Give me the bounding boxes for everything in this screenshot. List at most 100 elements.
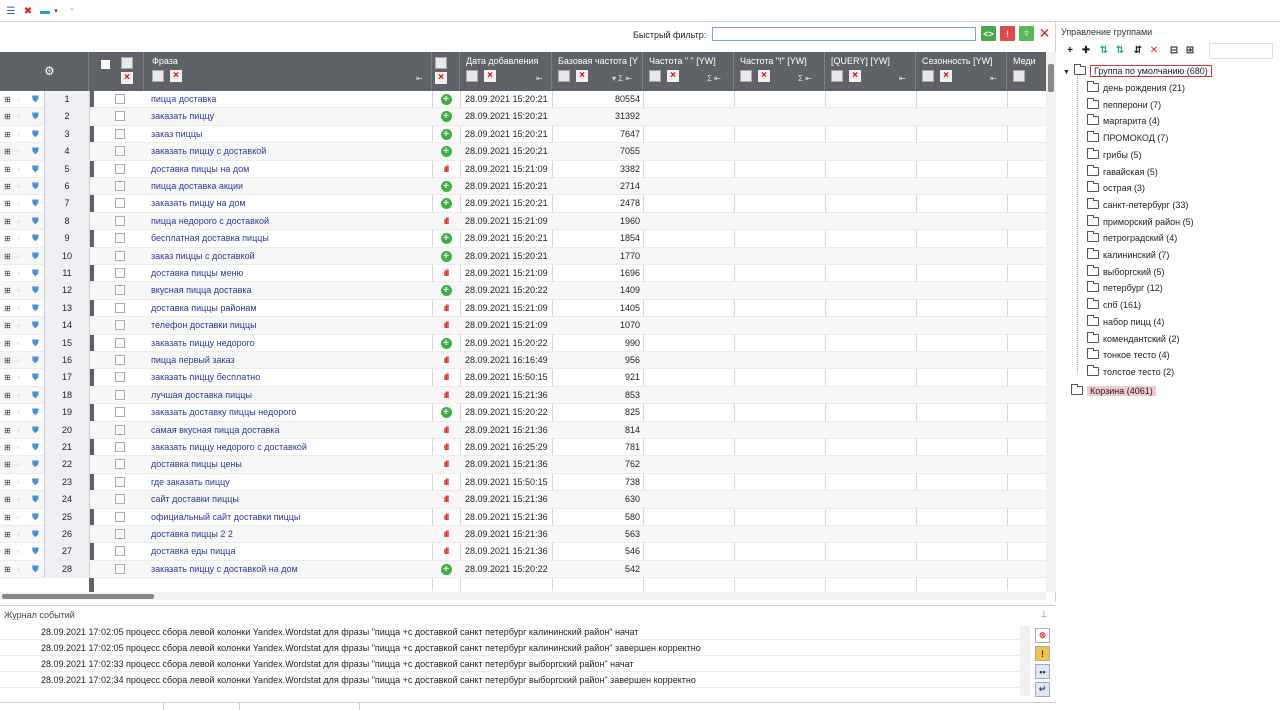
status-clear-icon[interactable]: ×	[435, 72, 447, 84]
bottom-tab[interactable]	[0, 703, 164, 710]
added-plus-icon[interactable]: +	[440, 195, 452, 212]
lock-icon[interactable]: ▫	[17, 91, 26, 108]
delete-group-icon[interactable]: ✕	[1147, 44, 1161, 58]
expand-row-icon[interactable]: ⊞	[4, 108, 12, 125]
phrase-link[interactable]: самая вкусная пицца доставка	[151, 422, 429, 439]
lock-icon[interactable]: ▫	[17, 509, 26, 526]
header-clear-icon[interactable]: ×	[121, 72, 133, 84]
phrase-link[interactable]: заказать пиццу на дом	[151, 195, 429, 212]
expand-row-icon[interactable]: ⊞	[4, 178, 12, 195]
group-item[interactable]: комендантский (2)	[1087, 331, 1179, 347]
wordstat-bars-icon[interactable]: ıll	[440, 526, 452, 543]
table-row[interactable]: ⊞ ▫ ⛊ 11 доставка пиццы меню ıll 28.09.2021 15…	[0, 265, 1046, 283]
row-checkbox[interactable]	[115, 215, 125, 226]
details-icon[interactable]: ••	[1035, 664, 1050, 679]
shield-icon[interactable]: ⛊	[32, 282, 41, 299]
row-checkbox[interactable]	[115, 268, 125, 278]
bottom-tab[interactable]	[164, 703, 240, 710]
table-row[interactable]: ⊞ ▫ ⛊ 14 телефон доставки пиццы ıll 28.09.2021…	[0, 317, 1046, 335]
wordstat-bars-icon[interactable]: ıll	[440, 509, 452, 526]
scroll-thumb[interactable]	[1048, 64, 1054, 92]
group-item[interactable]: пепперони (7)	[1087, 97, 1161, 113]
expand-row-icon[interactable]: ⊞	[4, 387, 12, 404]
shield-icon[interactable]: ⛊	[32, 230, 41, 247]
shield-icon[interactable]: ⛊	[32, 108, 41, 125]
pin-icon[interactable]: ⊥	[1040, 609, 1048, 620]
table-row[interactable]: ⊞ ▫ ⛊ 28 заказать пиццу с доставкой на дом +2…	[0, 560, 1046, 579]
wordstat-bars-icon[interactable]: ıll	[440, 300, 452, 317]
added-plus-icon[interactable]: +	[440, 335, 452, 352]
base-freq-filter-icon[interactable]	[558, 70, 570, 82]
expand-row-icon[interactable]: ⊞	[4, 195, 12, 212]
dropdown-icon[interactable]: ▾	[52, 4, 60, 18]
added-plus-icon[interactable]: +	[440, 108, 452, 125]
log-scrollbar[interactable]	[1020, 626, 1030, 696]
phrase-link[interactable]: доставка пиццы 2 2	[151, 526, 429, 543]
phrase-link[interactable]: заказать пиццу недорого с доставкой	[151, 439, 429, 456]
lock-icon[interactable]: ▫	[17, 456, 26, 473]
query-clear-icon[interactable]: ×	[849, 70, 861, 82]
phrase-link[interactable]: заказать доставку пиццы недорого	[151, 404, 429, 421]
expand-row-icon[interactable]: ⊞	[4, 265, 12, 282]
sort-az-icon[interactable]: ⇅	[1097, 44, 1111, 58]
lock-icon[interactable]: ▫	[17, 282, 26, 299]
wordstat-bars-icon[interactable]: ıll	[440, 456, 452, 473]
delete-icon[interactable]: ✖	[21, 4, 35, 18]
table-row[interactable]: ⊞ ▫ ⛊ 6 пицца доставка акции +28.09.2021 15:2…	[0, 178, 1046, 196]
row-checkbox[interactable]	[115, 494, 125, 505]
row-checkbox[interactable]	[115, 529, 125, 539]
table-row[interactable]: ⊞ ▫ ⛊ 8 пицца недорого с доставкой ıll 28.09.2…	[0, 212, 1046, 231]
lock-icon[interactable]: ▫	[17, 439, 26, 456]
add-group-icon[interactable]: +	[1063, 44, 1077, 58]
wordstat-bars-icon[interactable]: ıll	[440, 352, 452, 369]
row-checkbox[interactable]	[115, 546, 125, 557]
shield-icon[interactable]: ⛊	[32, 213, 41, 230]
group-basket[interactable]: Корзина (4061)	[1071, 383, 1156, 399]
date-clear-icon[interactable]: ×	[484, 70, 496, 82]
table-row[interactable]: ⊞ ▫ ⛊ 9 бесплатная доставка пиццы +28.09.2021…	[0, 230, 1046, 248]
scroll-thumb[interactable]	[2, 594, 154, 599]
phrase-link[interactable]: вкусная пицца доставка	[151, 282, 429, 299]
group-item[interactable]: приморский район (5)	[1087, 214, 1194, 230]
lock-icon[interactable]: ▫	[17, 543, 26, 560]
lock-icon[interactable]: ▫	[17, 248, 26, 265]
table-row[interactable]: ⊞ ▫ ⛊ 25 официальный сайт доставки пиццы ıll 2…	[0, 508, 1046, 526]
log-entry[interactable]: 28.09.2021 17:02:05 процесс сбора левой к…	[0, 640, 1020, 656]
expand-row-icon[interactable]: ⊞	[4, 335, 12, 352]
group-item[interactable]: выборгский (5)	[1087, 264, 1165, 280]
expand-row-icon[interactable]: ⊞	[4, 352, 12, 369]
lock-icon[interactable]: ▫	[17, 422, 26, 439]
expand-row-icon[interactable]: ⊞	[4, 422, 12, 439]
sort-za-icon[interactable]: ⇅	[1113, 44, 1127, 58]
row-checkbox[interactable]	[115, 372, 125, 383]
toolbar-overflow-icon[interactable]: ⁼	[68, 4, 76, 18]
phrase-link[interactable]: где заказать пиццу	[151, 474, 429, 491]
exclamation-icon[interactable]: !	[1000, 26, 1015, 41]
expand-row-icon[interactable]: ⊞	[4, 491, 12, 508]
row-checkbox[interactable]	[115, 250, 125, 261]
group-item[interactable]: петроградский (4)	[1087, 231, 1177, 246]
lock-icon[interactable]: ▫	[17, 108, 26, 125]
table-row[interactable]: ⊞ ▫ ⛊ 1 пицца доставка +28.09.2021 15:20:21 80…	[0, 91, 1046, 109]
phrase-link[interactable]: доставка пиццы на дом	[151, 161, 429, 178]
close-icon[interactable]: ✕	[1037, 25, 1052, 41]
row-checkbox[interactable]	[115, 424, 125, 435]
wordstat-bars-icon[interactable]: ıll	[440, 422, 452, 439]
lock-icon[interactable]: ▫	[17, 335, 26, 352]
table-row[interactable]: ⊞ ▫ ⛊ 22 доставка пиццы цены ıll 28.09.2021 15…	[0, 456, 1046, 474]
table-row[interactable]: ⊞ ▫ ⛊ 3 заказ пиццы +28.09.2021 15:20:21 7647	[0, 125, 1046, 144]
table-row[interactable]: ⊞ ▫ ⛊ 12 вкусная пицца доставка +28.09.2021 1…	[0, 282, 1046, 300]
row-checkbox[interactable]	[115, 511, 125, 522]
table-row[interactable]: ⊞ ▫ ⛊ 4 заказать пиццу с доставкой +28.09.202…	[0, 143, 1046, 161]
row-checkbox[interactable]	[115, 285, 125, 296]
group-item[interactable]: тонкое тесто (4)	[1087, 348, 1170, 363]
added-plus-icon[interactable]: +	[440, 143, 452, 160]
freq-quotes-filter-icon[interactable]	[649, 70, 661, 82]
phrase-link[interactable]: пицца недорого с доставкой	[151, 213, 429, 230]
header-filter-icon[interactable]	[121, 57, 133, 69]
expand-row-icon[interactable]: ⊞	[4, 248, 12, 265]
group-item[interactable]: набор пицц (4)	[1087, 314, 1164, 330]
wordstat-bars-icon[interactable]: ıll	[440, 369, 452, 386]
added-plus-icon[interactable]: +	[440, 282, 452, 299]
row-checkbox[interactable]	[115, 111, 125, 122]
